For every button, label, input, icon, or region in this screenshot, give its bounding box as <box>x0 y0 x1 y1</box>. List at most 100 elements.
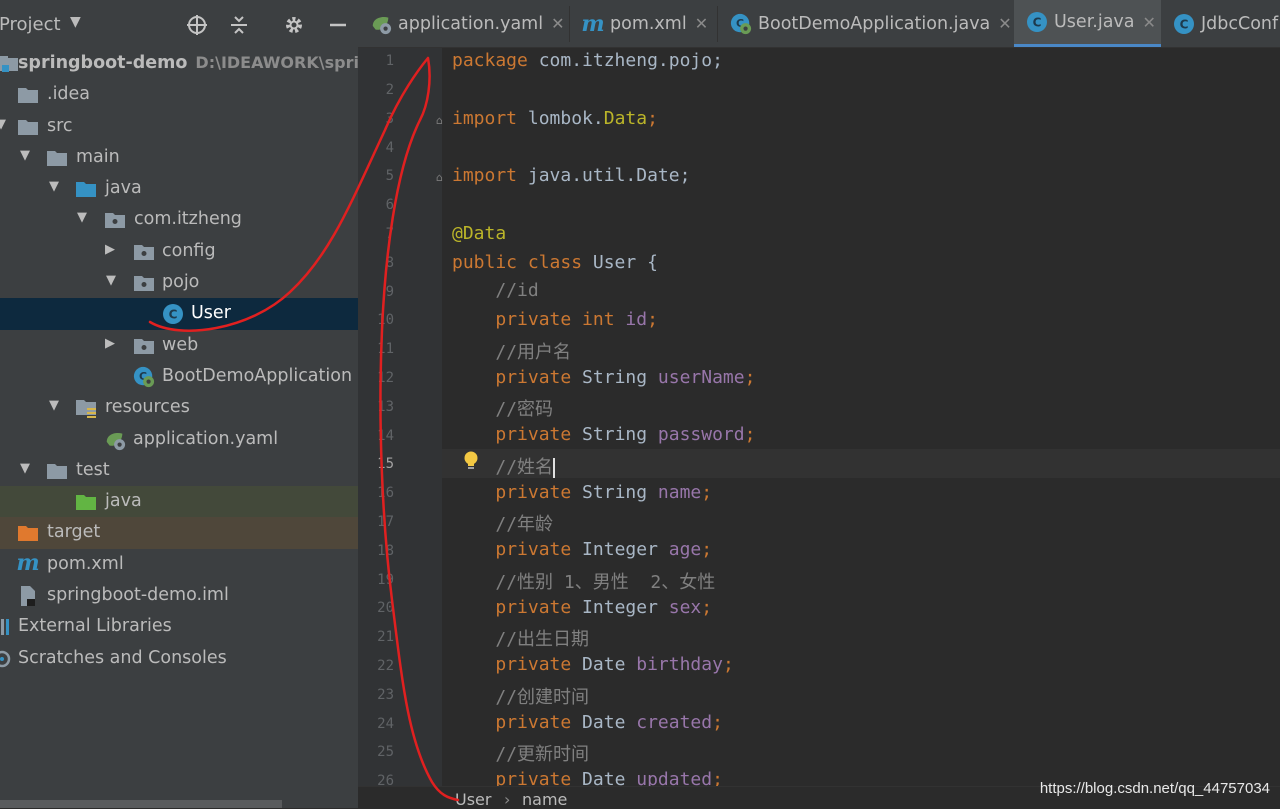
tree-item-pom-xml[interactable]: m pom.xml <box>0 549 358 580</box>
tab-label: BootDemoApplication.java <box>758 13 991 34</box>
folder-icon <box>46 460 68 482</box>
line-number: 6 <box>385 197 394 213</box>
tree-item-label: test <box>76 459 110 480</box>
tree-item-label: springboot-demo.iml <box>47 585 229 606</box>
tab-application-yaml[interactable]: application.yaml ✕ <box>370 0 569 47</box>
line-number: 9 <box>385 284 394 300</box>
tab-user-java[interactable]: C User.java ✕ <box>1014 0 1161 47</box>
svg-text:C: C <box>1180 17 1189 31</box>
line-number: 21 <box>377 629 394 645</box>
hide-panel-icon[interactable] <box>323 10 353 40</box>
close-icon[interactable]: ✕ <box>695 14 708 33</box>
package-icon <box>133 272 155 294</box>
horizontal-scrollbar[interactable] <box>0 800 282 808</box>
close-icon[interactable]: ✕ <box>1143 13 1156 32</box>
tree-item-target[interactable]: target <box>0 517 358 549</box>
tree-item-iml-file[interactable]: springboot-demo.iml <box>0 580 358 611</box>
tree-item-springboot-demo[interactable]: springboot-demoD:\IDEAWORK\springb <box>0 48 358 79</box>
line-number: 13 <box>377 399 394 415</box>
tree-item-label: target <box>47 522 101 543</box>
line-number: 1 <box>385 53 394 69</box>
breadcrumb-item-member[interactable]: name <box>522 790 567 809</box>
ide-window: Project ▼ springboot-demo D:\IDEAWORK\spr <box>0 0 1280 809</box>
code-line-26: private Date updated; <box>495 769 723 786</box>
tab-label: pom.xml <box>610 13 687 34</box>
tree-item-idea[interactable]: .idea <box>0 79 358 110</box>
expanded-arrow-icon[interactable]: ▼ <box>47 398 61 413</box>
watermark-text: https://blog.csdn.net/qq_44757034 <box>1039 780 1270 797</box>
expanded-arrow-icon[interactable]: ▼ <box>47 179 61 194</box>
expanded-arrow-icon[interactable]: ▼ <box>18 148 32 163</box>
excluded-folder-icon <box>17 522 39 544</box>
tab-pom-xml[interactable]: m pom.xml ✕ <box>581 0 717 47</box>
tree-item-label: java <box>105 178 142 199</box>
line-number: 5 <box>385 168 394 184</box>
tree-item-label: External Libraries <box>18 616 172 637</box>
code-editor[interactable]: package com.itzheng.pojo; import lombok.… <box>442 48 1280 786</box>
source-folder-icon <box>75 178 97 200</box>
project-view-title[interactable]: Project <box>0 14 61 35</box>
expanded-arrow-icon[interactable]: ▼ <box>18 461 32 476</box>
tree-item-test[interactable]: ▼ test <box>0 455 358 486</box>
close-icon[interactable]: ✕ <box>551 14 564 33</box>
code-line-18: private Integer age; <box>495 539 713 560</box>
collapsed-arrow-icon[interactable]: ▶ <box>103 242 117 257</box>
library-icon <box>0 616 14 638</box>
editor-tab-bar: application.yaml ✕ m pom.xml ✕ C BootDem… <box>358 0 1280 48</box>
tree-item-label: com.itzheng <box>134 209 242 230</box>
tree-item-label: main <box>76 146 120 167</box>
code-line-5: import java.util.Date; <box>452 165 691 186</box>
line-number: 22 <box>377 658 394 674</box>
tree-item-main[interactable]: ▼ main <box>0 142 358 173</box>
tree-item-src[interactable]: ▼ src <box>0 111 358 142</box>
code-line-9: //id <box>495 280 539 301</box>
tree-item-test-java[interactable]: java <box>0 486 358 518</box>
collapse-all-icon[interactable] <box>224 10 254 40</box>
tab-label: application.yaml <box>398 13 544 34</box>
tree-item-external-libraries[interactable]: External Libraries <box>0 611 358 642</box>
code-line-14: private String password; <box>495 424 756 445</box>
spring-class-icon: C <box>730 13 752 35</box>
folder-icon <box>17 84 39 106</box>
spring-yaml-icon <box>370 13 392 35</box>
code-line-23: //创建时间 <box>495 687 590 708</box>
line-number: 19 <box>377 572 394 588</box>
tree-item-package-pojo[interactable]: ▼ pojo <box>0 267 358 298</box>
tree-item-package-config[interactable]: ▶ config <box>0 236 358 267</box>
line-number: 8 <box>385 255 394 271</box>
package-icon <box>104 209 126 231</box>
tree-item-package-com-itzheng[interactable]: ▼ com.itzheng <box>0 204 358 235</box>
iml-file-icon <box>17 585 39 607</box>
gear-icon[interactable] <box>279 10 309 40</box>
tree-item-resources[interactable]: ▼ resources <box>0 392 358 423</box>
expanded-arrow-icon[interactable]: ▼ <box>75 210 89 225</box>
chevron-down-icon[interactable]: ▼ <box>70 14 81 30</box>
close-icon[interactable]: ✕ <box>998 14 1011 33</box>
tree-item-label: java <box>105 491 142 512</box>
tree-item-bootdemoapplication[interactable]: C BootDemoApplication <box>0 361 358 392</box>
tree-item-label: config <box>162 240 216 261</box>
code-line-1: package com.itzheng.pojo; <box>452 50 723 71</box>
collapsed-arrow-icon[interactable]: ▶ <box>103 336 117 351</box>
locate-file-icon[interactable] <box>182 10 212 40</box>
tree-item-java[interactable]: ▼ java <box>0 173 358 204</box>
tree-item-user-class[interactable]: C User <box>0 298 358 330</box>
breadcrumb-item-class[interactable]: User <box>455 790 491 809</box>
tree-item-scratches[interactable]: Scratches and Consoles <box>0 643 358 674</box>
tree-item-label: User <box>191 303 231 324</box>
code-line-21: //出生日期 <box>495 629 590 650</box>
lightbulb-icon[interactable] <box>462 450 480 472</box>
tab-bootdemoapplication[interactable]: C BootDemoApplication.java ✕ <box>730 0 1012 47</box>
expanded-arrow-icon[interactable]: ▼ <box>104 273 118 288</box>
tree-item-application-yaml[interactable]: application.yaml <box>0 424 358 455</box>
tab-label: User.java <box>1054 12 1135 32</box>
code-line-25: //更新时间 <box>495 744 590 765</box>
tab-jdbcconfig[interactable]: C JdbcConf <box>1173 0 1280 47</box>
code-line-24: private Date created; <box>495 712 723 733</box>
package-icon <box>133 335 155 357</box>
expanded-arrow-icon[interactable]: ▼ <box>0 117 8 132</box>
tree-item-package-web[interactable]: ▶ web <box>0 330 358 361</box>
tree-item-label: pojo <box>162 272 200 293</box>
project-panel-header: Project ▼ <box>0 0 358 48</box>
tree-item-label: application.yaml <box>133 428 279 449</box>
